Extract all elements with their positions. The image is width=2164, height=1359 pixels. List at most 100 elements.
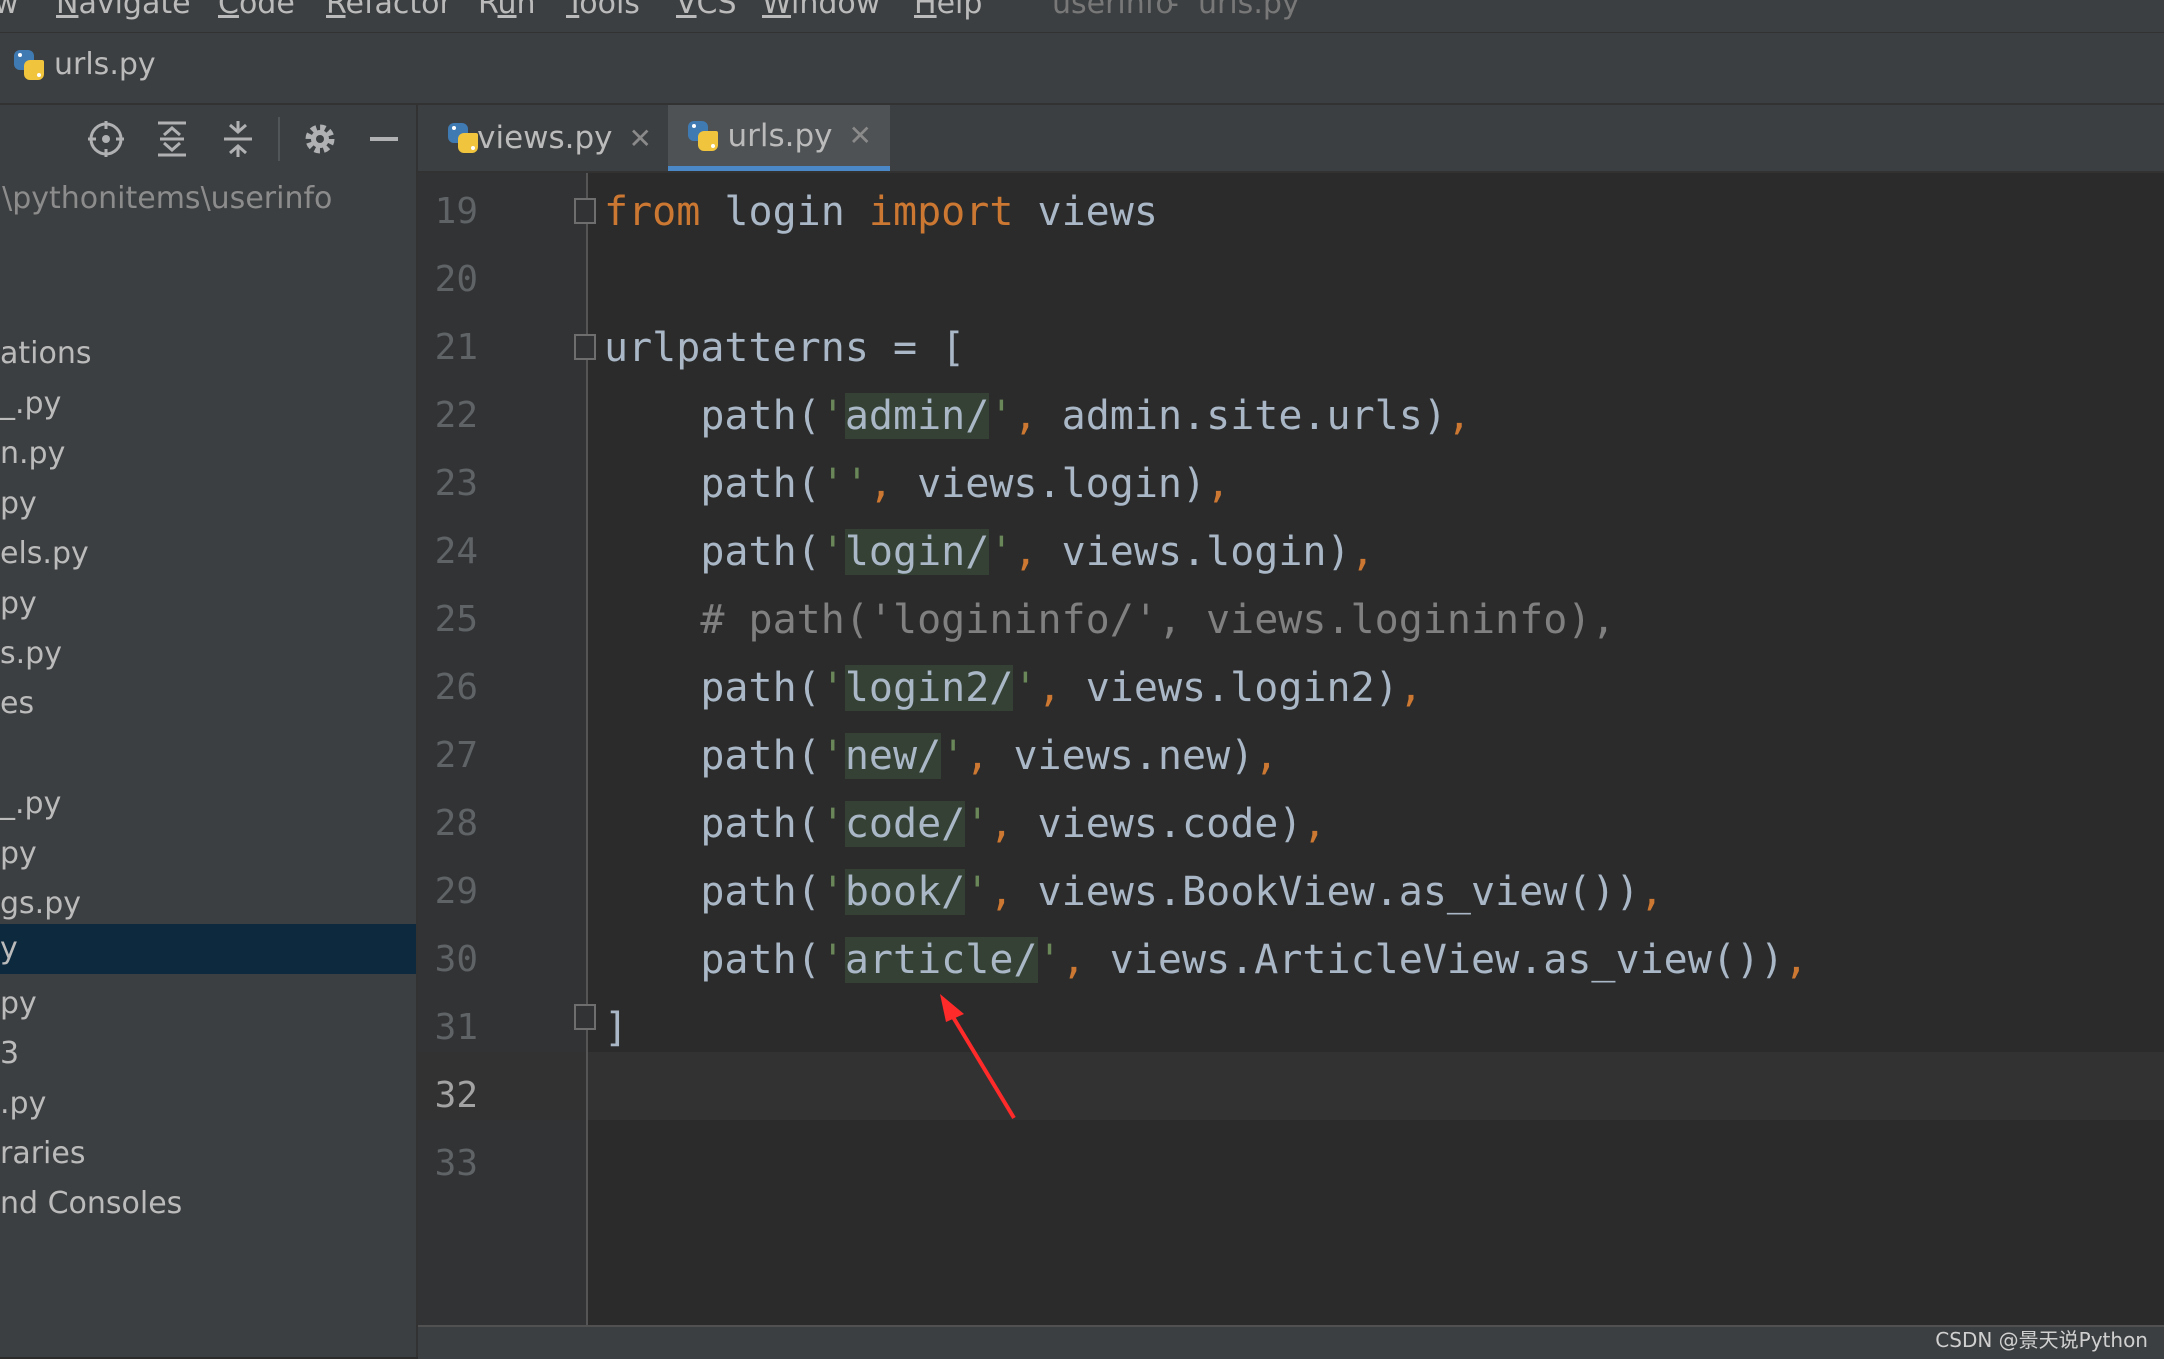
tree-item[interactable]: es xyxy=(0,679,416,729)
code-line-24: path('login/', views.login), xyxy=(604,529,1375,575)
code-line-26: path('login2/', views.login2), xyxy=(604,665,1423,711)
menu-bar: w Navigate Code Refactor Run Tools VCS W… xyxy=(0,0,2164,33)
line-number: 28 xyxy=(434,803,478,844)
fold-marker-icon[interactable] xyxy=(574,198,596,224)
menu-window-mnemonic: W xyxy=(762,0,792,21)
tree-item[interactable]: py xyxy=(0,829,416,879)
breadcrumb[interactable]: urls.py xyxy=(12,47,156,82)
watermark: CSDN @景天说Python xyxy=(1935,1328,2148,1352)
token-comment: # path('logininfo/', views.logininfo), xyxy=(604,597,1616,643)
python-file-icon xyxy=(446,121,478,155)
red-arrow-annotation xyxy=(940,994,1016,1120)
tree-item[interactable]: els.py xyxy=(0,529,416,579)
menu-code-rest: ode xyxy=(238,0,295,21)
token-keyword: from xyxy=(604,189,701,235)
line-number: 25 xyxy=(434,599,478,640)
menu-view[interactable]: w xyxy=(0,0,19,21)
gear-icon[interactable] xyxy=(300,119,340,159)
menu-vcs-mnemonic: V xyxy=(676,0,697,21)
menu-help-rest: elp xyxy=(936,0,983,21)
window-title-file: urls.py xyxy=(1198,0,1300,21)
tree-item[interactable]: _.py xyxy=(0,379,416,429)
project-toolbar xyxy=(0,105,416,171)
menu-vcs[interactable]: VCS xyxy=(676,0,737,21)
tree-item[interactable]: gs.py xyxy=(0,879,416,929)
line-number: 27 xyxy=(434,735,478,776)
navigation-bar: urls.py xyxy=(0,33,2164,105)
code-line-27: path('new/', views.new), xyxy=(604,733,1279,779)
menu-run-mnemonic: u xyxy=(497,0,517,21)
menu-help-mnemonic: H xyxy=(914,0,937,21)
tab-views-py[interactable]: views.py ✕ xyxy=(428,105,670,171)
line-number: 31 xyxy=(434,1007,478,1048)
tab-label: views.py xyxy=(477,120,613,156)
tree-item[interactable]: py xyxy=(0,979,416,1029)
menu-navigate-mnemonic: N xyxy=(56,0,79,21)
tree-item[interactable]: 3 xyxy=(0,1029,416,1079)
line-number: 30 xyxy=(434,939,478,980)
menu-navigate-rest: avigate xyxy=(78,0,191,21)
close-icon[interactable]: ✕ xyxy=(629,122,652,155)
menu-tools-rest: ools xyxy=(579,0,640,21)
tree-item[interactable]: _.py xyxy=(0,779,416,829)
status-bar xyxy=(418,1325,2164,1359)
line-number: 24 xyxy=(434,531,478,572)
menu-refactor[interactable]: Refactor xyxy=(326,0,452,21)
menu-tools-mnemonic: T xyxy=(566,0,580,21)
line-number: 23 xyxy=(434,463,478,504)
tree-item[interactable]: n.py xyxy=(0,429,416,479)
tree-item-external-libraries[interactable]: raries xyxy=(0,1129,416,1179)
menu-run[interactable]: Run xyxy=(478,0,536,21)
line-number: 22 xyxy=(434,395,478,436)
menu-run-rest: n xyxy=(516,0,536,21)
fold-marker-icon[interactable] xyxy=(574,334,596,360)
fold-marker-icon[interactable] xyxy=(574,1004,596,1030)
expand-all-icon[interactable] xyxy=(152,119,192,159)
menu-refactor-mnemonic: R xyxy=(326,0,346,21)
code-line-25: # path('logininfo/', views.logininfo), xyxy=(604,586,1615,654)
code-line-22: path('admin/', admin.site.urls), xyxy=(604,393,1472,439)
token-keyword: import xyxy=(868,189,1014,235)
hide-icon[interactable] xyxy=(364,119,404,159)
toolbar-separator xyxy=(278,117,280,161)
menu-help[interactable]: Help xyxy=(914,0,982,21)
tree-item-scratches-consoles[interactable]: nd Consoles xyxy=(0,1179,416,1229)
menu-refactor-rest: efactor xyxy=(345,0,452,21)
window-title-file-separator: - xyxy=(1168,0,1179,21)
tree-item[interactable]: .py xyxy=(0,1079,416,1129)
locate-icon[interactable] xyxy=(86,119,126,159)
menu-run-start: R xyxy=(478,0,498,21)
tree-item[interactable]: py xyxy=(0,579,416,629)
line-number: 20 xyxy=(434,259,478,300)
line-number: 19 xyxy=(434,191,478,232)
line-number: 21 xyxy=(434,327,478,368)
menu-tools[interactable]: Tools xyxy=(566,0,640,21)
tree-item[interactable]: py xyxy=(0,479,416,529)
line-number-current: 32 xyxy=(434,1075,478,1116)
code-line-31: ] xyxy=(604,1005,629,1051)
tree-item[interactable] xyxy=(0,729,416,779)
tab-label: urls.py xyxy=(727,117,833,154)
collapse-all-icon[interactable] xyxy=(218,119,258,159)
menu-navigate[interactable]: Navigate xyxy=(56,0,191,21)
menu-code-mnemonic: C xyxy=(218,0,239,21)
tree-item-selected[interactable]: y xyxy=(0,924,416,974)
window-title-project: userinfo xyxy=(1052,0,1174,21)
menu-code[interactable]: Code xyxy=(218,0,295,21)
line-number: 33 xyxy=(434,1143,478,1184)
code-line-28: path('code/', views.code), xyxy=(604,801,1327,847)
current-line-highlight xyxy=(418,1052,2164,1120)
tab-urls-py[interactable]: urls.py ✕ xyxy=(668,105,890,171)
tree-item[interactable]: ations xyxy=(0,329,416,379)
code-line-19: from login import views xyxy=(604,189,1158,235)
project-root-path: :\pythonitems\userinfo xyxy=(0,181,333,216)
python-file-icon xyxy=(686,119,718,153)
line-number: 26 xyxy=(434,667,478,708)
line-number: 29 xyxy=(434,871,478,912)
editor-tabs: views.py ✕ urls.py ✕ xyxy=(418,105,2164,173)
close-icon[interactable]: ✕ xyxy=(849,119,872,152)
tree-item[interactable]: s.py xyxy=(0,629,416,679)
breadcrumb-file: urls.py xyxy=(54,47,156,82)
code-line-29: path('book/', views.BookView.as_view()), xyxy=(604,869,1664,915)
menu-window[interactable]: Window xyxy=(762,0,880,21)
